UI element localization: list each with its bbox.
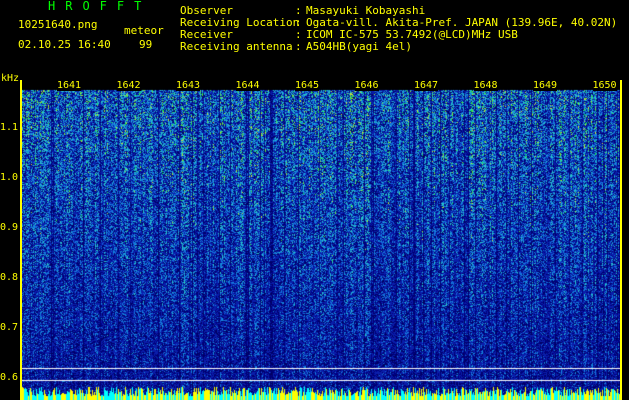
spectrogram-canvas — [22, 80, 620, 400]
x-tick-label: 1641 — [57, 80, 82, 91]
y-tick-label: 0.9 — [0, 222, 19, 233]
x-tick-label: 1646 — [354, 80, 379, 91]
x-tick-label: 1643 — [176, 80, 201, 91]
meteor-count: 99 — [139, 38, 153, 51]
x-tick-label: 1650 — [592, 80, 617, 91]
y-tick-label: 0.7 — [0, 322, 19, 333]
meteor-label: meteor — [124, 24, 164, 37]
y-tick-label: 0.6 — [0, 372, 19, 383]
x-tick-label: 1642 — [116, 80, 141, 91]
filename: 10251640.png — [18, 18, 98, 31]
x-tick-label: 1645 — [295, 80, 320, 91]
y-tick-label: 1.0 — [0, 172, 19, 183]
antenna-colon: : — [295, 40, 302, 53]
x-tick-label: 1649 — [533, 80, 558, 91]
x-tick-label: 1644 — [235, 80, 260, 91]
antenna-value: A504HB(yagi 4el) — [306, 40, 412, 53]
right-axis-line — [620, 80, 622, 400]
x-tick-label: 1647 — [414, 80, 439, 91]
left-axis-line — [20, 80, 22, 400]
antenna-label: Receiving antenna — [180, 40, 293, 53]
y-axis-unit: kHz — [1, 73, 20, 84]
x-tick-label: 1648 — [473, 80, 498, 91]
datetime: 02.10.25 16:40 — [18, 38, 111, 51]
app-logo: HROFFT — [48, 0, 152, 13]
y-tick-label: 0.8 — [0, 272, 19, 283]
y-tick-label: 1.1 — [0, 122, 19, 133]
